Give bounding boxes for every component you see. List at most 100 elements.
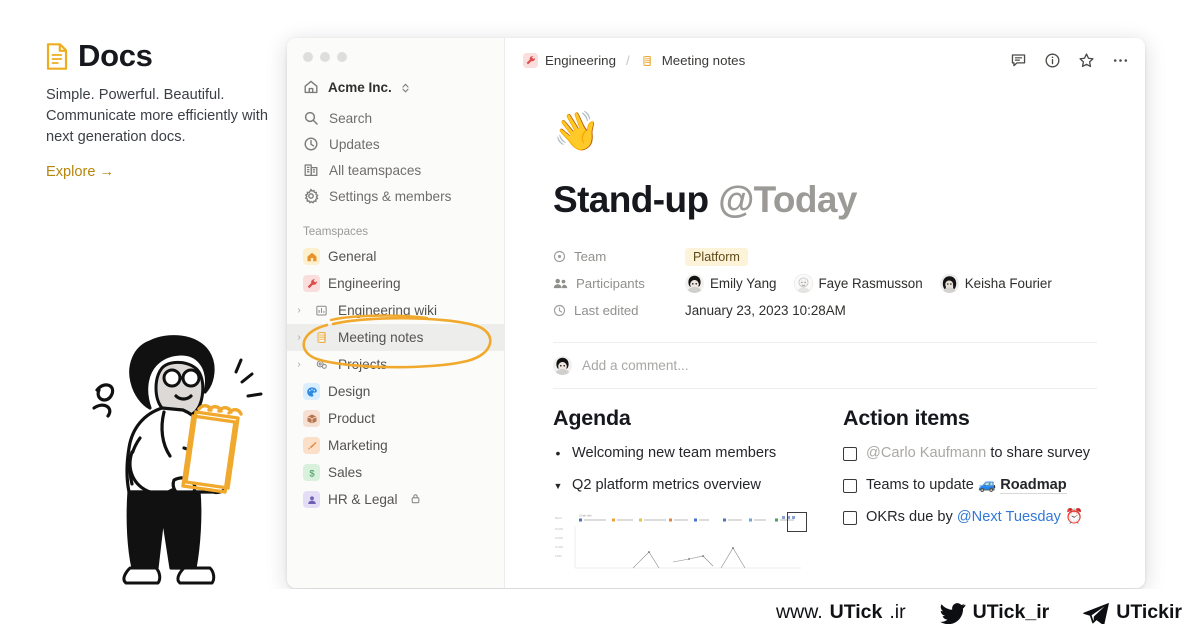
sidebar-item-sales[interactable]: $ Sales: [287, 459, 504, 486]
house-emoji-icon: [303, 248, 320, 265]
participant[interactable]: Keisha Fourier: [939, 274, 1052, 293]
property-value[interactable]: Platform: [685, 247, 748, 266]
sidebar-item-product[interactable]: Product: [287, 405, 504, 432]
empty-checkbox-placeholder[interactable]: [787, 512, 807, 532]
page-link-roadmap[interactable]: Roadmap: [1000, 477, 1067, 494]
embedded-line-chart: Metric 20,000 15,000 10,000 5,000 Chart titl…: [555, 514, 801, 569]
list-item-prefix: Teams to update: [866, 477, 978, 493]
breadcrumb-current[interactable]: Meeting notes: [662, 53, 746, 68]
sidebar-item-projects[interactable]: › Projects: [287, 351, 504, 378]
package-emoji-icon: [303, 410, 320, 427]
footer-website[interactable]: www. UTick .ir: [776, 601, 906, 624]
sidebar: Acme Inc. Search Updates All teamspaces …: [287, 38, 505, 588]
sidebar-item-hr-legal[interactable]: HR & Legal: [287, 486, 504, 513]
screenshot-root: Docs Simple. Powerful. Beautiful. Commun…: [0, 0, 1200, 636]
promo-description: Simple. Powerful. Beautiful. Communicate…: [46, 87, 268, 145]
participant[interactable]: Emily Yang: [685, 274, 777, 293]
list-item-suffix: to share survey: [986, 445, 1091, 461]
chart-embed-preview[interactable]: Metric 20,000 15,000 10,000 5,000 Chart titl…: [553, 510, 807, 572]
promo-header: Docs: [46, 38, 271, 74]
star-icon[interactable]: [1078, 52, 1095, 69]
breadcrumb-parent[interactable]: Engineering: [545, 53, 616, 68]
sidebar-item-general[interactable]: General: [287, 243, 504, 270]
add-comment-input[interactable]: Add a comment...: [582, 358, 689, 373]
document-body: 👋 Stand-up @Today Team Platform Particip…: [505, 83, 1145, 572]
comment-icon[interactable]: [1010, 52, 1027, 69]
chevron-right-icon[interactable]: ›: [293, 305, 305, 316]
avatar: [553, 356, 572, 375]
more-icon[interactable]: [1112, 52, 1129, 69]
property-key: Last edited: [553, 303, 685, 318]
person-with-notepad-illustration: [92, 312, 277, 597]
property-key: Participants: [553, 276, 685, 291]
checkbox[interactable]: [843, 447, 857, 461]
page-title-main: Stand-up: [553, 179, 719, 220]
target-icon: [553, 250, 566, 263]
list-item[interactable]: • Welcoming new team members: [553, 444, 807, 463]
breadcrumb-separator: /: [625, 53, 630, 68]
sidebar-item-meeting-notes[interactable]: › Meeting notes: [287, 324, 504, 351]
alarm-clock-emoji-icon: ⏰: [1064, 509, 1084, 525]
list-item[interactable]: @Carlo Kaufmann to share survey: [843, 444, 1097, 463]
chevron-right-icon[interactable]: ›: [293, 359, 305, 370]
search-icon: [303, 110, 319, 126]
avatar: [793, 274, 813, 293]
status-badge[interactable]: Platform: [685, 247, 748, 266]
list-item[interactable]: OKRs due by @Next Tuesday ⏰: [843, 508, 1097, 527]
sidebar-item-all-teamspaces[interactable]: All teamspaces: [287, 157, 504, 183]
window-controls[interactable]: [287, 52, 504, 74]
column-action-items: Action items @Carlo Kaufmann to share su…: [843, 406, 1097, 572]
dollar-emoji-icon: $: [303, 464, 320, 481]
page-title: Stand-up @Today: [553, 179, 1097, 221]
document-panel: Engineering / Meeting notes 👋 Stand-up @…: [505, 38, 1145, 588]
document-toolbar: Engineering / Meeting notes: [505, 38, 1145, 83]
chevron-updown-icon[interactable]: [401, 81, 410, 93]
footer-twitter[interactable]: UTick_ir: [939, 601, 1049, 624]
wave-emoji-icon[interactable]: 👋: [553, 113, 1097, 151]
mention[interactable]: @Carlo Kaufmann: [866, 445, 986, 461]
sidebar-item-marketing[interactable]: Marketing: [287, 432, 504, 459]
sidebar-item-label: Updates: [329, 136, 380, 152]
workspace-switcher[interactable]: Acme Inc.: [287, 74, 504, 100]
maximize-dot[interactable]: [337, 52, 347, 62]
list-item-text: Q2 platform metrics overview: [572, 477, 761, 493]
chevron-right-icon[interactable]: ›: [293, 332, 305, 343]
breadcrumb-wrench-icon: [523, 53, 538, 68]
footer-website-prefix: www.: [776, 601, 823, 623]
sidebar-item-search[interactable]: Search: [287, 105, 504, 131]
sidebar-item-design[interactable]: Design: [287, 378, 504, 405]
sidebar-item-updates[interactable]: Updates: [287, 131, 504, 157]
explore-link[interactable]: Explore →: [46, 164, 271, 180]
bullet-marker: •: [555, 445, 561, 461]
list-item[interactable]: ▼ Q2 platform metrics overview: [553, 476, 807, 496]
document-actions: [1010, 52, 1129, 69]
breadcrumb-notebook-icon: [640, 53, 655, 68]
toggle-marker[interactable]: ▼: [553, 476, 563, 496]
mention[interactable]: @Next Tuesday: [957, 509, 1061, 525]
svg-text:5,000: 5,000: [555, 554, 562, 558]
svg-text:$: $: [309, 467, 315, 478]
checkbox[interactable]: [843, 479, 857, 493]
participant-name: Keisha Fourier: [964, 276, 1052, 291]
column-agenda: Agenda • Welcoming new team members ▼ Q2…: [553, 406, 807, 572]
list-item-prefix: OKRs due by: [866, 509, 957, 525]
sidebar-item-settings-members[interactable]: Settings & members: [287, 183, 504, 209]
close-dot[interactable]: [303, 52, 313, 62]
sidebar-item-engineering[interactable]: Engineering: [287, 270, 504, 297]
sidebar-item-label: Projects: [338, 357, 388, 372]
app-window: Acme Inc. Search Updates All teamspaces …: [287, 38, 1145, 588]
workspace-name: Acme Inc.: [328, 79, 392, 95]
clock-icon: [553, 304, 566, 317]
sidebar-item-engineering-wiki[interactable]: › Engineering wiki: [287, 297, 504, 324]
checkbox[interactable]: [843, 511, 857, 525]
minimize-dot[interactable]: [320, 52, 330, 62]
add-comment-row[interactable]: Add a comment...: [505, 343, 1145, 388]
property-row-participants: Participants Emily Yang Faye Rasmusson K…: [553, 270, 1097, 297]
property-value-participants: Emily Yang Faye Rasmusson Keisha Fourier: [685, 274, 1052, 293]
page-title-mention[interactable]: @Today: [718, 179, 857, 220]
participant[interactable]: Faye Rasmusson: [793, 274, 923, 293]
svg-text:15,000: 15,000: [555, 536, 563, 540]
info-icon[interactable]: [1044, 52, 1061, 69]
footer-telegram[interactable]: UTickir: [1083, 601, 1182, 624]
list-item[interactable]: Teams to update 🚙 Roadmap: [843, 476, 1097, 495]
